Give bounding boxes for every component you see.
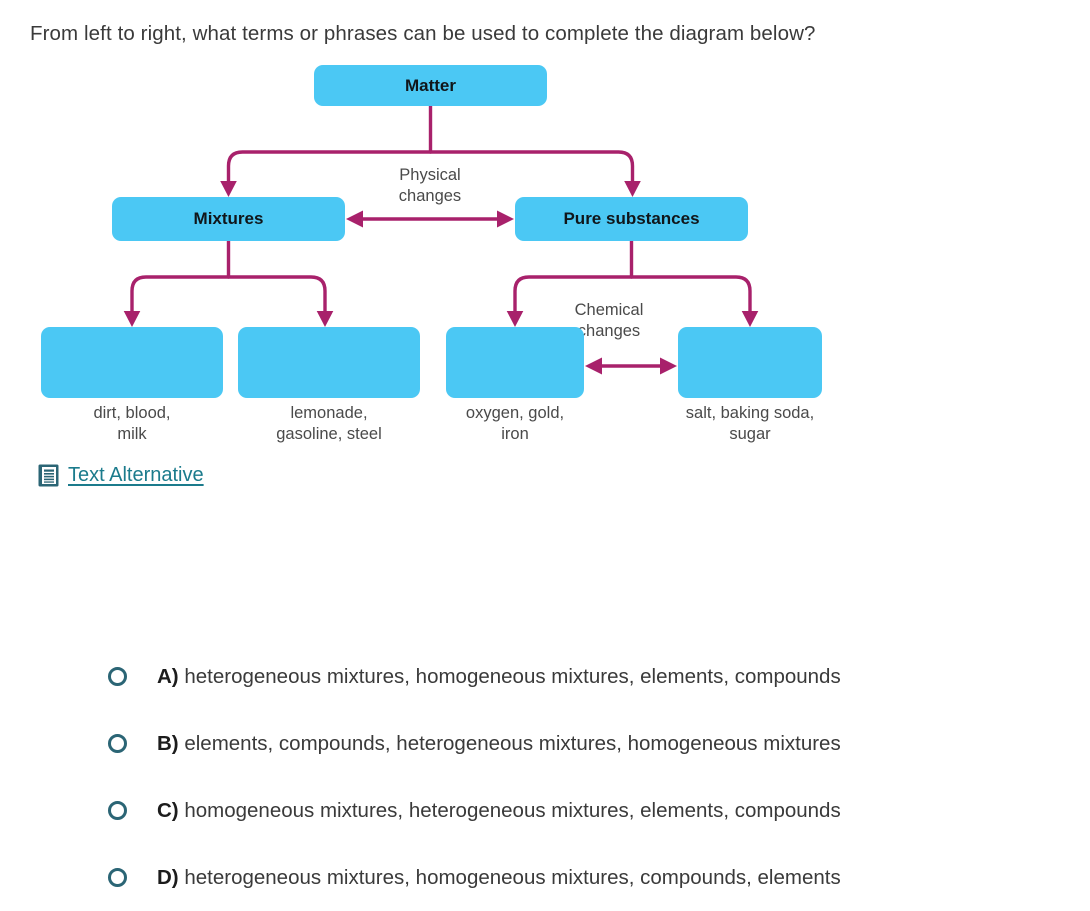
- node-label: Mixtures: [193, 209, 264, 228]
- answer-options-list: A) heterogeneous mixtures, homogeneous m…: [108, 643, 1068, 911]
- answer-option-a-text: A) heterogeneous mixtures, homogeneous m…: [157, 665, 841, 689]
- caption-line-2: gasoline, steel: [276, 425, 382, 443]
- text-alternative-link[interactable]: Text Alternative: [38, 464, 204, 487]
- caption-line-2: sugar: [729, 425, 771, 443]
- answer-option-d-text: D) heterogeneous mixtures, homogeneous m…: [157, 866, 841, 890]
- edge-label-line-1: Physical: [399, 166, 461, 184]
- diagram-caption-2: lemonade, gasoline, steel: [228, 403, 430, 445]
- diagram-blank-box-4: [678, 327, 822, 398]
- diagram-node-matter: Matter: [314, 65, 547, 106]
- diagram-caption-1: dirt, blood, milk: [41, 403, 223, 445]
- answer-option-d-letter: D): [157, 865, 179, 889]
- caption-line-1: salt, baking soda,: [685, 404, 815, 422]
- radio-button-d[interactable]: [108, 868, 127, 887]
- chemical-changes-arrow: [585, 357, 677, 375]
- caption-line-1: lemonade,: [290, 404, 368, 422]
- answer-option-c-label: homogeneous mixtures, heterogeneous mixt…: [184, 798, 841, 822]
- caption-line-1: oxygen, gold,: [465, 404, 565, 422]
- diagram-caption-4: salt, baking soda, sugar: [645, 403, 855, 445]
- diagram-blank-box-2: [238, 327, 420, 398]
- diagram-blank-box-1: [41, 327, 223, 398]
- diagram-node-pure-substances: Pure substances: [515, 197, 748, 241]
- node-label: Pure substances: [563, 209, 700, 228]
- document-icon: [38, 464, 59, 487]
- answer-option-b-text: B) elements, compounds, heterogeneous mi…: [157, 732, 841, 756]
- answer-option-a-label: heterogeneous mixtures, homogeneous mixt…: [184, 664, 841, 688]
- answer-option-b[interactable]: B) elements, compounds, heterogeneous mi…: [108, 710, 1068, 777]
- radio-button-a[interactable]: [108, 667, 127, 686]
- caption-line-2: iron: [501, 425, 529, 443]
- answer-option-d[interactable]: D) heterogeneous mixtures, homogeneous m…: [108, 844, 1068, 911]
- answer-option-c[interactable]: C) homogeneous mixtures, heterogeneous m…: [108, 777, 1068, 844]
- caption-line-2: milk: [117, 425, 147, 443]
- edge-label-line-1: Chemical: [574, 301, 644, 319]
- answer-option-b-label: elements, compounds, heterogeneous mixtu…: [184, 731, 841, 755]
- edge-label-physical-changes: Physical changes: [346, 165, 514, 207]
- node-label: Matter: [404, 75, 456, 95]
- answer-option-a-letter: A): [157, 664, 179, 688]
- radio-button-b[interactable]: [108, 734, 127, 753]
- answer-option-a[interactable]: A) heterogeneous mixtures, homogeneous m…: [108, 643, 1068, 710]
- physical-changes-arrow: [346, 210, 514, 228]
- answer-option-d-label: heterogeneous mixtures, homogeneous mixt…: [184, 865, 841, 889]
- answer-option-c-text: C) homogeneous mixtures, heterogeneous m…: [157, 799, 841, 823]
- answer-option-b-letter: B): [157, 731, 179, 755]
- caption-line-1: dirt, blood,: [93, 404, 171, 422]
- classification-diagram: Matter Mixtures Pure substances Physical…: [0, 55, 900, 455]
- edge-label-line-2: changes: [398, 187, 462, 205]
- text-alternative-label: Text Alternative: [68, 464, 204, 486]
- question-prompt: From left to right, what terms or phrase…: [30, 22, 816, 45]
- radio-button-c[interactable]: [108, 801, 127, 820]
- diagram-blank-box-3: [446, 327, 584, 398]
- answer-option-c-letter: C): [157, 798, 179, 822]
- diagram-caption-3: oxygen, gold, iron: [430, 403, 600, 445]
- diagram-node-mixtures: Mixtures: [112, 197, 345, 241]
